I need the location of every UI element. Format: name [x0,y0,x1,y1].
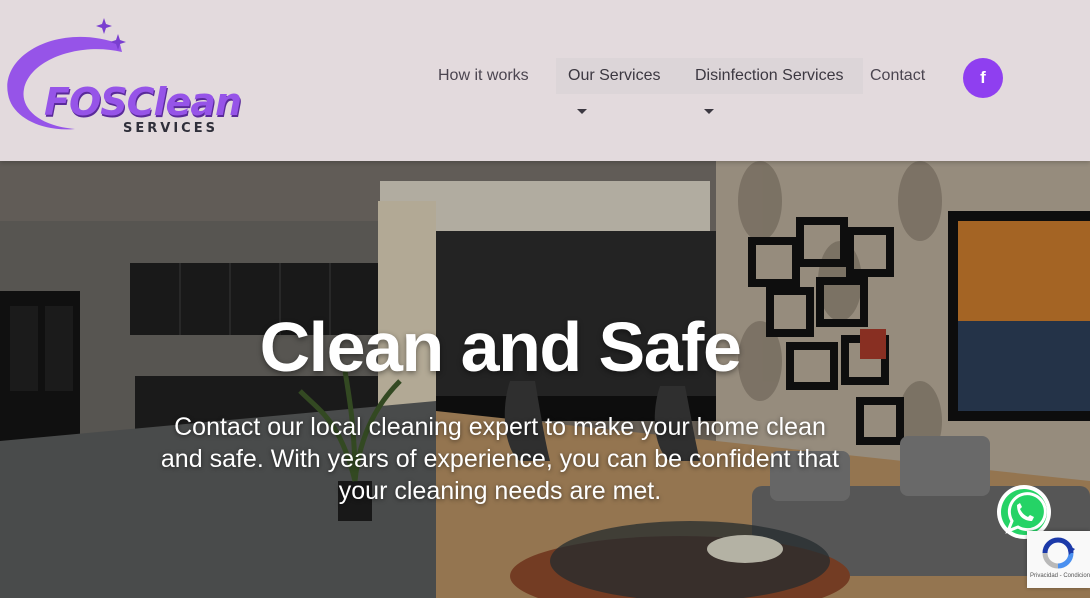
nav-disinfection-services-label: Disinfection Services [695,67,844,84]
recaptcha-badge[interactable]: Privacidad - Condiciones [1027,531,1090,588]
sparkle-icon [96,18,112,34]
chevron-down-icon [577,109,587,115]
logo-tagline: SERVICES [123,121,218,136]
nav-disinfection-services-dropdown[interactable]: Disinfection Services [683,58,863,115]
hero-description: Contact our local cleaning expert to mak… [160,413,840,505]
facebook-button[interactable]: f [963,58,1003,98]
nav-contact[interactable]: Contact [870,58,925,94]
site-header: FOSClean SERVICES How it works Our Servi… [0,0,1090,161]
nav-our-services-dropdown[interactable]: Our Services [556,58,683,115]
recaptcha-links: Privacidad - Condiciones [1030,573,1090,579]
facebook-icon: f [980,68,986,87]
hero-title: Clean and Safe [259,308,742,386]
chevron-down-icon [704,109,714,115]
hero-section: Clean and Safe Contact our local cleanin… [0,161,1090,598]
main-nav: How it works Our Services Disinfection S… [0,58,1090,115]
nav-our-services-label: Our Services [568,67,661,84]
nav-how-it-works[interactable]: How it works [438,58,529,94]
recaptcha-icon [1042,537,1075,569]
